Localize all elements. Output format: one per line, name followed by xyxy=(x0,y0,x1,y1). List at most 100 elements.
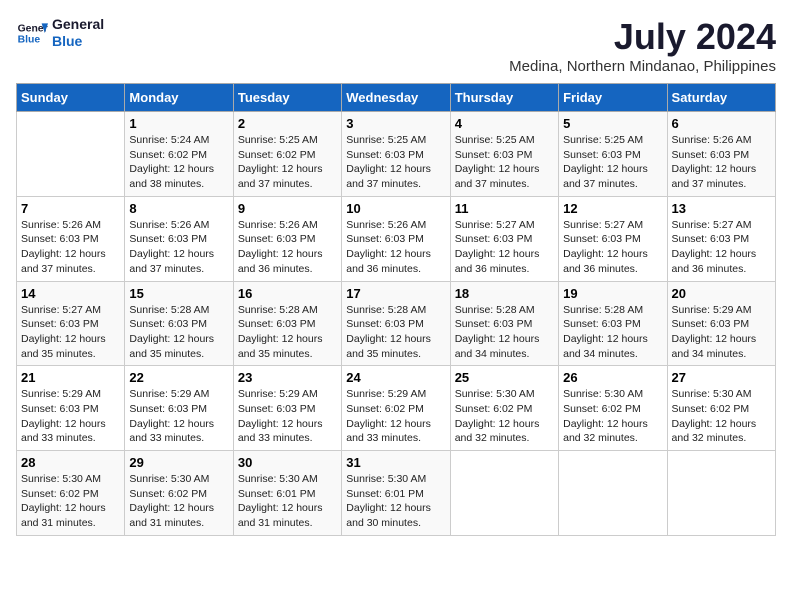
day-info: Sunrise: 5:30 AM Sunset: 6:01 PM Dayligh… xyxy=(346,472,445,531)
location-subtitle: Medina, Northern Mindanao, Philippines xyxy=(509,58,776,75)
day-cell: 17 Sunrise: 5:28 AM Sunset: 6:03 PM Dayli… xyxy=(342,281,450,366)
day-number: 9 xyxy=(238,201,337,216)
day-cell: 21 Sunrise: 5:29 AM Sunset: 6:03 PM Dayli… xyxy=(17,366,125,451)
day-number: 18 xyxy=(455,286,554,301)
day-number: 20 xyxy=(672,286,771,301)
day-number: 2 xyxy=(238,116,337,131)
day-info: Sunrise: 5:27 AM Sunset: 6:03 PM Dayligh… xyxy=(455,218,554,277)
day-cell: 1 Sunrise: 5:24 AM Sunset: 6:02 PM Daylig… xyxy=(125,112,233,197)
weekday-header-monday: Monday xyxy=(125,84,233,112)
day-info: Sunrise: 5:30 AM Sunset: 6:01 PM Dayligh… xyxy=(238,472,337,531)
day-number: 10 xyxy=(346,201,445,216)
day-cell: 30 Sunrise: 5:30 AM Sunset: 6:01 PM Dayli… xyxy=(233,451,341,536)
day-info: Sunrise: 5:28 AM Sunset: 6:03 PM Dayligh… xyxy=(129,303,228,362)
day-cell: 29Sunrise: 5:30 AM Sunset: 6:02 PM Dayli… xyxy=(125,451,233,536)
week-row-1: 1 Sunrise: 5:24 AM Sunset: 6:02 PM Daylig… xyxy=(17,112,776,197)
day-number: 27 xyxy=(672,370,771,385)
weekday-header-tuesday: Tuesday xyxy=(233,84,341,112)
day-cell: 11 Sunrise: 5:27 AM Sunset: 6:03 PM Dayli… xyxy=(450,196,558,281)
day-cell: 19 Sunrise: 5:28 AM Sunset: 6:03 PM Dayli… xyxy=(559,281,667,366)
day-info: Sunrise: 5:26 AM Sunset: 6:03 PM Dayligh… xyxy=(672,133,771,192)
day-cell xyxy=(559,451,667,536)
day-number: 11 xyxy=(455,201,554,216)
day-number: 5 xyxy=(563,116,662,131)
day-info: Sunrise: 5:26 AM Sunset: 6:03 PM Dayligh… xyxy=(238,218,337,277)
day-info: Sunrise: 5:30 AM Sunset: 6:02 PM Dayligh… xyxy=(21,472,120,531)
day-info: Sunrise: 5:29 AM Sunset: 6:03 PM Dayligh… xyxy=(21,387,120,446)
day-cell: 5 Sunrise: 5:25 AM Sunset: 6:03 PM Daylig… xyxy=(559,112,667,197)
day-cell xyxy=(17,112,125,197)
day-number: 12 xyxy=(563,201,662,216)
day-number: 24 xyxy=(346,370,445,385)
day-info: Sunrise: 5:28 AM Sunset: 6:03 PM Dayligh… xyxy=(563,303,662,362)
day-number: 17 xyxy=(346,286,445,301)
day-cell: 7Sunrise: 5:26 AM Sunset: 6:03 PM Daylig… xyxy=(17,196,125,281)
day-cell: 16 Sunrise: 5:28 AM Sunset: 6:03 PM Dayli… xyxy=(233,281,341,366)
title-area: July 2024 Medina, Northern Mindanao, Phi… xyxy=(509,16,776,75)
day-cell: 15 Sunrise: 5:28 AM Sunset: 6:03 PM Dayli… xyxy=(125,281,233,366)
day-cell: 25Sunrise: 5:30 AM Sunset: 6:02 PM Dayli… xyxy=(450,366,558,451)
day-cell: 10Sunrise: 5:26 AM Sunset: 6:03 PM Dayli… xyxy=(342,196,450,281)
day-info: Sunrise: 5:25 AM Sunset: 6:03 PM Dayligh… xyxy=(455,133,554,192)
day-cell: 18 Sunrise: 5:28 AM Sunset: 6:03 PM Dayli… xyxy=(450,281,558,366)
weekday-header-wednesday: Wednesday xyxy=(342,84,450,112)
day-number: 1 xyxy=(129,116,228,131)
day-info: Sunrise: 5:28 AM Sunset: 6:03 PM Dayligh… xyxy=(238,303,337,362)
day-info: Sunrise: 5:26 AM Sunset: 6:03 PM Dayligh… xyxy=(21,218,120,277)
day-number: 21 xyxy=(21,370,120,385)
day-cell: 6 Sunrise: 5:26 AM Sunset: 6:03 PM Daylig… xyxy=(667,112,775,197)
day-number: 6 xyxy=(672,116,771,131)
day-info: Sunrise: 5:30 AM Sunset: 6:02 PM Dayligh… xyxy=(455,387,554,446)
day-info: Sunrise: 5:25 AM Sunset: 6:03 PM Dayligh… xyxy=(563,133,662,192)
day-number: 29 xyxy=(129,455,228,470)
week-row-5: 28 Sunrise: 5:30 AM Sunset: 6:02 PM Dayli… xyxy=(17,451,776,536)
day-info: Sunrise: 5:27 AM Sunset: 6:03 PM Dayligh… xyxy=(672,218,771,277)
weekday-header-sunday: Sunday xyxy=(17,84,125,112)
day-cell: 8Sunrise: 5:26 AM Sunset: 6:03 PM Daylig… xyxy=(125,196,233,281)
day-cell: 20 Sunrise: 5:29 AM Sunset: 6:03 PM Dayli… xyxy=(667,281,775,366)
day-cell: 9 Sunrise: 5:26 AM Sunset: 6:03 PM Daylig… xyxy=(233,196,341,281)
day-cell: 23Sunrise: 5:29 AM Sunset: 6:03 PM Dayli… xyxy=(233,366,341,451)
day-info: Sunrise: 5:29 AM Sunset: 6:03 PM Dayligh… xyxy=(129,387,228,446)
day-info: Sunrise: 5:24 AM Sunset: 6:02 PM Dayligh… xyxy=(129,133,228,192)
day-cell: 24 Sunrise: 5:29 AM Sunset: 6:02 PM Dayli… xyxy=(342,366,450,451)
day-cell: 26 Sunrise: 5:30 AM Sunset: 6:02 PM Dayli… xyxy=(559,366,667,451)
day-info: Sunrise: 5:27 AM Sunset: 6:03 PM Dayligh… xyxy=(563,218,662,277)
week-row-3: 14Sunrise: 5:27 AM Sunset: 6:03 PM Dayli… xyxy=(17,281,776,366)
day-cell: 13 Sunrise: 5:27 AM Sunset: 6:03 PM Dayli… xyxy=(667,196,775,281)
day-cell: 3 Sunrise: 5:25 AM Sunset: 6:03 PM Daylig… xyxy=(342,112,450,197)
day-cell: 2 Sunrise: 5:25 AM Sunset: 6:02 PM Daylig… xyxy=(233,112,341,197)
svg-text:Blue: Blue xyxy=(18,34,41,45)
logo-text-blue: Blue xyxy=(52,33,104,50)
day-number: 13 xyxy=(672,201,771,216)
day-number: 3 xyxy=(346,116,445,131)
day-number: 19 xyxy=(563,286,662,301)
day-cell: 28 Sunrise: 5:30 AM Sunset: 6:02 PM Dayli… xyxy=(17,451,125,536)
logo: General Blue General Blue xyxy=(16,16,104,50)
day-number: 16 xyxy=(238,286,337,301)
day-info: Sunrise: 5:29 AM Sunset: 6:03 PM Dayligh… xyxy=(672,303,771,362)
week-row-4: 21 Sunrise: 5:29 AM Sunset: 6:03 PM Dayli… xyxy=(17,366,776,451)
day-number: 30 xyxy=(238,455,337,470)
day-cell: 4Sunrise: 5:25 AM Sunset: 6:03 PM Daylig… xyxy=(450,112,558,197)
day-info: Sunrise: 5:30 AM Sunset: 6:02 PM Dayligh… xyxy=(563,387,662,446)
day-cell: 27 Sunrise: 5:30 AM Sunset: 6:02 PM Dayli… xyxy=(667,366,775,451)
day-info: Sunrise: 5:30 AM Sunset: 6:02 PM Dayligh… xyxy=(672,387,771,446)
week-row-2: 7Sunrise: 5:26 AM Sunset: 6:03 PM Daylig… xyxy=(17,196,776,281)
day-number: 14 xyxy=(21,286,120,301)
day-number: 28 xyxy=(21,455,120,470)
day-cell xyxy=(450,451,558,536)
weekday-header-row: SundayMondayTuesdayWednesdayThursdayFrid… xyxy=(17,84,776,112)
day-info: Sunrise: 5:28 AM Sunset: 6:03 PM Dayligh… xyxy=(346,303,445,362)
day-number: 26 xyxy=(563,370,662,385)
day-info: Sunrise: 5:25 AM Sunset: 6:03 PM Dayligh… xyxy=(346,133,445,192)
day-info: Sunrise: 5:28 AM Sunset: 6:03 PM Dayligh… xyxy=(455,303,554,362)
day-number: 15 xyxy=(129,286,228,301)
day-info: Sunrise: 5:25 AM Sunset: 6:02 PM Dayligh… xyxy=(238,133,337,192)
day-number: 23 xyxy=(238,370,337,385)
day-info: Sunrise: 5:29 AM Sunset: 6:02 PM Dayligh… xyxy=(346,387,445,446)
day-cell: 22 Sunrise: 5:29 AM Sunset: 6:03 PM Dayli… xyxy=(125,366,233,451)
day-number: 22 xyxy=(129,370,228,385)
day-number: 8 xyxy=(129,201,228,216)
weekday-header-thursday: Thursday xyxy=(450,84,558,112)
